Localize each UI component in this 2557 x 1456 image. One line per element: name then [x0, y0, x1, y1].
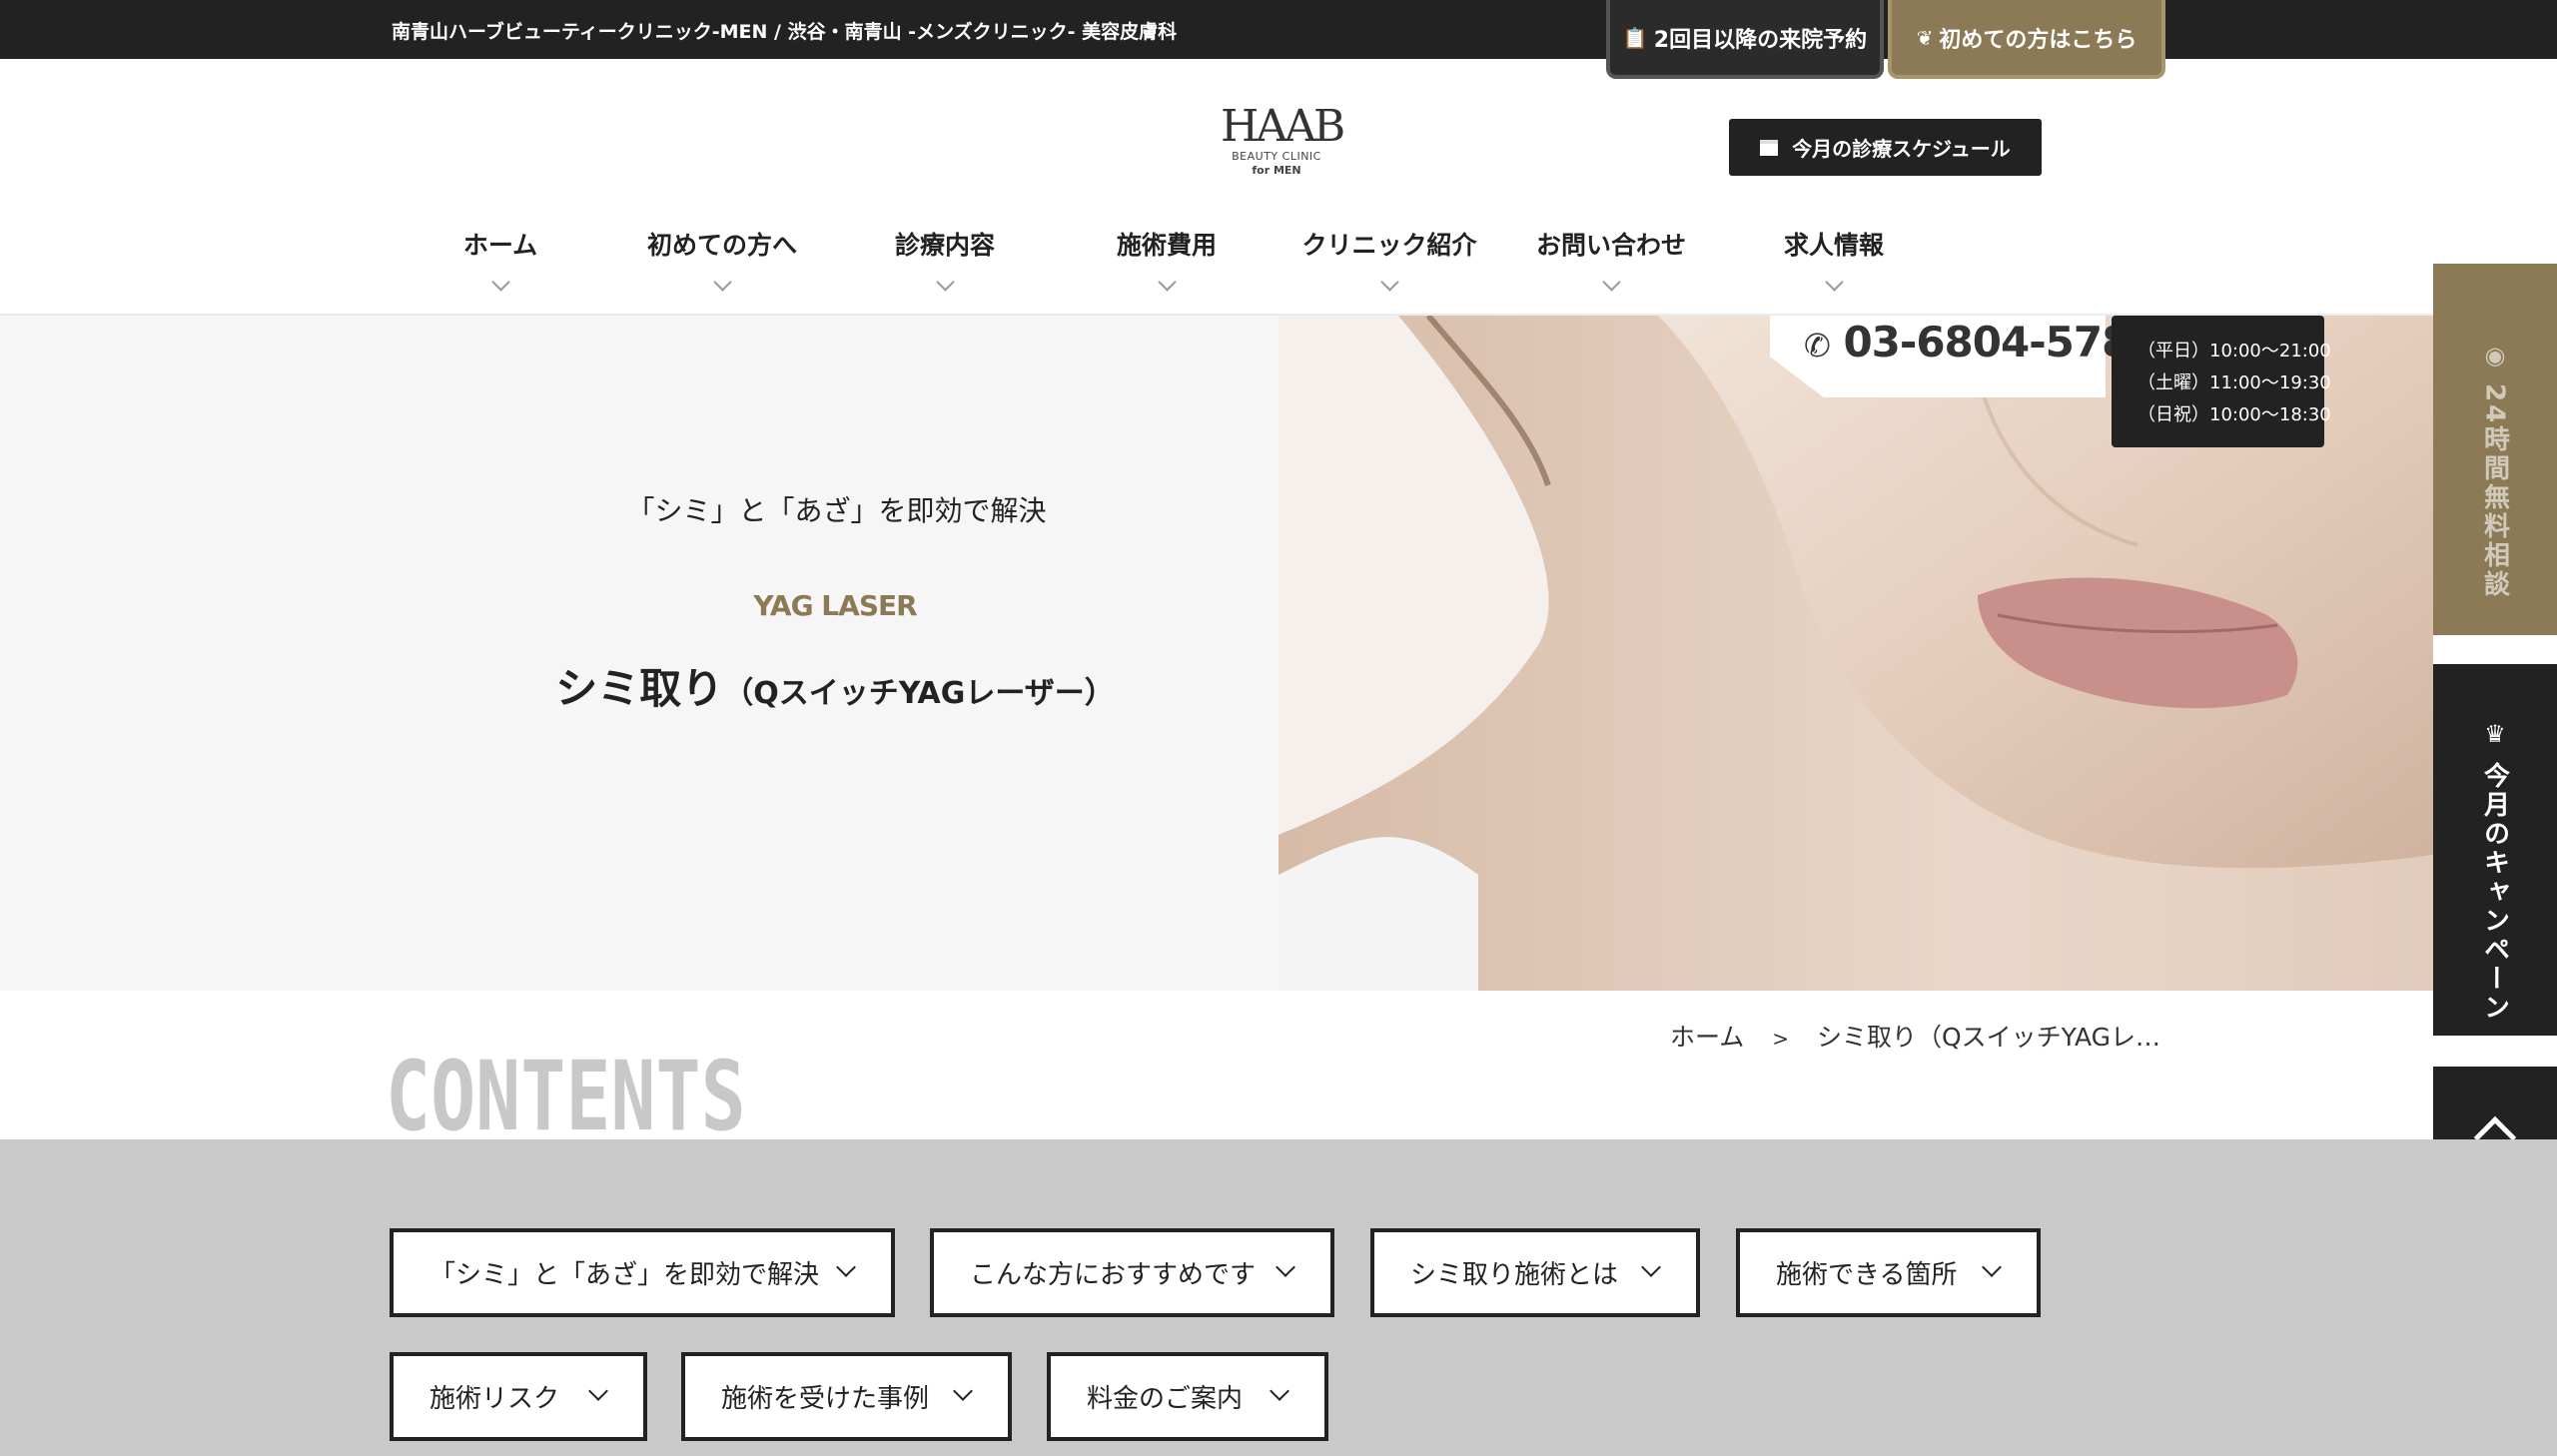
nav-item-home[interactable]: ホーム [391, 226, 610, 292]
chip-label: 料金のご案内 [1087, 1384, 1244, 1414]
main-nav: ホーム 初めての方へ 診療内容 施術費用 クリニック紹介 お問い合わせ 求人情報 [0, 226, 2557, 316]
hero-title-sub: （QスイッチYAGレーザー） [723, 676, 1115, 711]
chevron-down-icon [1601, 273, 1621, 292]
chevron-down-icon [1270, 1381, 1289, 1401]
schedule-label: 今月の診療スケジュール [1792, 137, 2011, 161]
phone-link[interactable]: ✆ 03-6804-5782 [1804, 318, 2159, 366]
page: 南青山ハーブビューティークリニック-MEN / 渋谷・南青山 -メンズクリニック… [0, 0, 2557, 1456]
repeat-visit-button[interactable]: 📋 2回目以降の来院予約 [1606, 0, 1884, 79]
campaign-label: 今月のキャンペーン [2479, 762, 2510, 1023]
contents-chip[interactable]: 施術できる箇所 [1736, 1228, 2041, 1317]
hours-saturday: （土曜）11:00〜19:30 [2137, 372, 2331, 393]
nav-item-treatments[interactable]: 診療内容 [835, 226, 1055, 292]
contents-chip[interactable]: こんな方におすすめです [930, 1228, 1334, 1317]
contents-heading: CONTENTS [386, 1041, 746, 1152]
phone-icon: ✆ [1804, 327, 1831, 364]
free-consult-label: 24時間無料相談 [2479, 383, 2510, 600]
hero-text-panel [0, 316, 1278, 991]
chevron-down-icon [935, 273, 955, 292]
hero-title-main: シミ取り [555, 664, 724, 713]
chevron-down-icon [953, 1381, 973, 1401]
site-logo[interactable]: HAAB BEAUTY CLINIC for MEN [1221, 101, 1345, 178]
nav-label: 施術費用 [1116, 231, 1217, 260]
chevron-down-icon [1379, 273, 1399, 292]
chip-label: 施術リスク [429, 1384, 560, 1414]
contents-chip[interactable]: 施術リスク [390, 1352, 647, 1441]
contents-chip[interactable]: 施術を受けた事例 [681, 1352, 1012, 1441]
top-bar: 南青山ハーブビューティークリニック-MEN / 渋谷・南青山 -メンズクリニック… [0, 0, 2557, 59]
chip-label: 「シミ」と「あざ」を即効で解決 [429, 1260, 820, 1290]
contents-chip[interactable]: 「シミ」と「あざ」を即効で解決 [390, 1228, 895, 1317]
hours-holiday: （日祝）10:00〜18:30 [2137, 404, 2331, 425]
chevron-down-icon [1824, 273, 1844, 292]
nav-label: 診療内容 [894, 231, 995, 260]
chat-icon: ◉ [2484, 342, 2506, 369]
calendar-icon [1760, 139, 1779, 156]
chevron-down-icon [588, 1381, 608, 1401]
nav-label: ホーム [462, 231, 538, 260]
hours-weekday: （平日）10:00〜21:00 [2137, 341, 2331, 362]
nav-label: 初めての方へ [646, 231, 797, 260]
breadcrumb-home[interactable]: ホーム [1670, 1023, 1744, 1052]
contents-chip[interactable]: シミ取り施術とは [1370, 1228, 1700, 1317]
nav-label: クリニック紹介 [1301, 231, 1477, 260]
chip-label: 施術を受けた事例 [721, 1384, 930, 1414]
chip-label: シミ取り施術とは [1410, 1260, 1619, 1290]
campaign-tab[interactable]: ♛ 今月のキャンペーン [2433, 664, 2557, 1036]
chevron-down-icon [836, 1257, 856, 1277]
breadcrumb-separator: > [1772, 1027, 1789, 1051]
logo-subtitle: BEAUTY CLINIC [1232, 150, 1321, 163]
free-consult-tab[interactable]: ◉ 24時間無料相談 [2433, 264, 2557, 635]
logo-subtitle-men: for MEN [1252, 164, 1301, 177]
chevron-down-icon [1276, 1257, 1295, 1277]
repeat-visit-label: 2回目以降の来院予約 [1653, 27, 1868, 53]
chip-label: 施術できる箇所 [1776, 1260, 1958, 1290]
contents-chip[interactable]: 料金のご案内 [1047, 1352, 1328, 1441]
leaf-icon: ❦ [1916, 25, 1934, 50]
nav-label: お問い合わせ [1535, 231, 1686, 260]
chevron-down-icon [1157, 273, 1177, 292]
first-visit-button[interactable]: ❦ 初めての方はこちら [1888, 0, 2165, 79]
chevron-down-icon [490, 273, 510, 292]
nav-item-contact[interactable]: お問い合わせ [1501, 226, 1721, 292]
crown-icon: ♛ [2484, 720, 2506, 748]
nav-label: 求人情報 [1783, 231, 1884, 260]
schedule-button[interactable]: 今月の診療スケジュール [1729, 119, 2042, 176]
clinic-tagline: 南青山ハーブビューティークリニック-MEN / 渋谷・南青山 -メンズクリニック… [392, 21, 1178, 43]
clipboard-icon: 📋 [1622, 25, 1648, 50]
chevron-down-icon [712, 273, 732, 292]
chevron-down-icon [1641, 1257, 1661, 1277]
chevron-down-icon [1982, 1257, 2002, 1277]
breadcrumb-current: シミ取り（QスイッチYAGレ… [1816, 1023, 2160, 1052]
nav-item-clinic[interactable]: クリニック紹介 [1279, 226, 1499, 292]
nav-item-prices[interactable]: 施術費用 [1057, 226, 1277, 292]
logo-wordmark: HAAB [1221, 101, 1345, 152]
opening-hours: （平日）10:00〜21:00 （土曜）11:00〜19:30 （日祝）10:0… [2112, 316, 2331, 447]
first-visit-label: 初めての方はこちら [1939, 27, 2137, 53]
chip-label: こんな方におすすめです [970, 1260, 1257, 1290]
nav-item-first-time[interactable]: 初めての方へ [612, 226, 832, 292]
nav-item-recruit[interactable]: 求人情報 [1724, 226, 1944, 292]
breadcrumb: ホーム > シミ取り（QスイッチYAGレ… [1670, 1018, 2160, 1054]
